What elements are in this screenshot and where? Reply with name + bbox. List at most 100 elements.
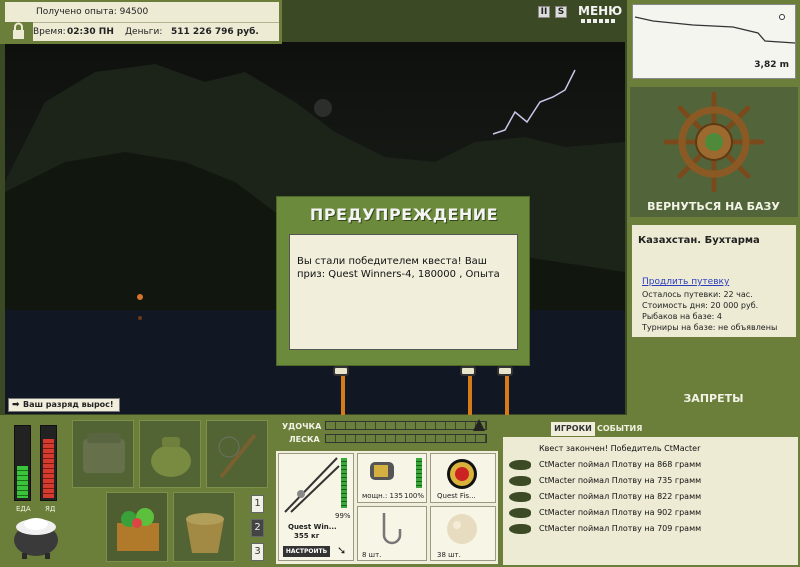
poison-meter-fill <box>43 439 54 498</box>
reel-power: мощн.: 135 <box>362 492 403 500</box>
day-cost: Стоимость дня: 20 000 руб. <box>642 301 759 310</box>
info-top-bar: Получено опыта: 94500 <box>5 2 279 22</box>
bait-slot[interactable]: 38 шт. <box>430 506 496 561</box>
tackle-panel: 99% Quest Win... 355 кг НАСТРОИТЬ ➘ мощн… <box>276 451 498 564</box>
inventory-page-1[interactable]: 1 <box>251 495 264 513</box>
time-label: Время: <box>33 27 66 37</box>
dialog-message-box: Вы стали победителем квеста! Ваш приз: Q… <box>289 234 518 350</box>
menu-label: МЕНЮ <box>578 4 623 18</box>
hook-count: 8 шт. <box>362 551 382 559</box>
lure-slot[interactable]: Quest Fis... <box>430 453 496 503</box>
rod-reel-2[interactable] <box>460 366 476 376</box>
quest-finished-text: Квест закончен! Победитель CtMacter <box>539 444 701 453</box>
ticket-remaining: Осталось путевки: 22 час. <box>642 290 753 299</box>
slot-bucket[interactable] <box>173 492 235 562</box>
inventory-page-2[interactable]: 2 <box>251 519 264 537</box>
reel-condition-bar <box>416 458 422 488</box>
event-text: CtMacter поймал Плотву на 868 грамм <box>539 460 702 469</box>
cooking-pot-icon[interactable] <box>10 510 62 560</box>
slot-basket[interactable] <box>106 492 168 562</box>
food-basket-icon <box>117 508 159 551</box>
events-tabs: ИГРОКИ СОБЫТИЯ <box>503 419 798 437</box>
event-text: CtMacter поймал Плотву на 822 грамм <box>539 492 702 501</box>
warning-triangle-icon <box>473 419 485 431</box>
menu-button[interactable]: МЕНЮ <box>578 4 622 24</box>
rod-stand-3 <box>505 372 509 416</box>
list-item: CtMacter поймал Плотву на 735 грамм <box>509 473 701 488</box>
experience-text: Получено опыта: 94500 <box>36 7 149 17</box>
slot-tackle-box[interactable] <box>72 420 134 488</box>
depth-value: 3,82 m <box>754 60 789 70</box>
ship-wheel-icon <box>663 91 765 193</box>
pause-button[interactable]: II <box>538 6 550 18</box>
warning-dialog[interactable]: ПРЕДУПРЕЖДЕНИЕ Вы стали победителем квес… <box>276 196 530 366</box>
return-to-base-button[interactable] <box>630 87 798 217</box>
extend-ticket-link[interactable]: Продлить путевку <box>642 277 729 287</box>
events-panel: ИГРОКИ СОБЫТИЯ Квест закончен! Победител… <box>503 419 798 565</box>
hook-icon <box>382 513 402 545</box>
tab-players[interactable]: ИГРОКИ <box>551 422 595 436</box>
time-value: 02:30 ПН <box>67 27 114 37</box>
rod-tension-gauge <box>325 421 487 430</box>
event-text: CtMacter поймал Плотву на 902 грамм <box>539 508 702 517</box>
fish-icon <box>509 491 531 502</box>
location-info: Казахстан. Бухтарма Продлить путевку Ост… <box>632 225 796 337</box>
reel-icon <box>370 462 394 480</box>
money-value: 511 226 796 руб. <box>171 27 259 37</box>
list-item: CtMacter поймал Плотву на 902 грамм <box>509 505 701 520</box>
fish-icon <box>509 523 531 534</box>
sound-button[interactable]: S <box>555 6 567 18</box>
menu-underline <box>581 19 615 23</box>
dialog-message: Вы стали победителем квеста! Ваш приз: Q… <box>297 256 500 280</box>
slot-overlay <box>140 421 200 487</box>
dialog-title: ПРЕДУПРЕЖДЕНИЕ <box>309 205 499 224</box>
rod-reel-3[interactable] <box>497 366 513 376</box>
arrow-down-right-icon: ➘ <box>337 544 347 557</box>
food-meter <box>14 425 31 501</box>
bait-count: 38 шт. <box>437 551 461 559</box>
money-label: Деньги: <box>125 27 163 37</box>
lure-icon <box>447 459 477 489</box>
rod-reel-1[interactable] <box>333 366 349 376</box>
lock-button[interactable] <box>5 22 31 41</box>
line-tension-gauge <box>325 434 487 443</box>
right-panel: 3,82 m ВЕРНУТЬСЯ НА БАЗУ Казахстан. Бухт… <box>627 0 800 415</box>
rod-name: Quest Win... <box>288 523 337 531</box>
list-item: CtMacter поймал Плотву на 709 грамм <box>509 521 701 536</box>
event-text: CtMacter поймал Плотву на 735 грамм <box>539 476 702 485</box>
list-item: CtMacter поймал Плотву на 822 грамм <box>509 489 701 504</box>
fishing-rod-icon <box>284 457 340 513</box>
slot-bag[interactable] <box>139 420 201 488</box>
rod-gauge-label: УДОЧКА <box>282 422 322 431</box>
dough-bait-icon <box>447 514 477 544</box>
status-meters: ЕДА ЯД <box>8 425 63 515</box>
bans-button[interactable]: ЗАПРЕТЫ <box>627 392 800 405</box>
info-panel: Получено опыта: 94500 Время: 02:30 ПН Де… <box>0 0 282 44</box>
depth-chart: 3,82 m <box>632 4 796 79</box>
rod-stand-2 <box>468 372 472 416</box>
tournaments-info: Турниры на базе: не объявлены <box>642 323 778 332</box>
fish-icon <box>509 459 531 470</box>
tab-events[interactable]: СОБЫТИЯ <box>597 422 642 436</box>
slot-overlay <box>174 493 234 561</box>
rank-up-text: Ваш разряд вырос! <box>23 400 114 409</box>
rod-slot[interactable]: 99% Quest Win... 355 кг НАСТРОИТЬ ➘ <box>278 453 354 561</box>
lure-name: Quest Fis... <box>437 492 476 500</box>
setup-button-label: НАСТРОИТЬ <box>285 548 328 555</box>
inventory-page-3[interactable]: 3 <box>251 543 264 561</box>
hook-slot[interactable]: 8 шт. <box>357 506 427 561</box>
reel-slot[interactable]: мощн.: 135 100% <box>357 453 427 503</box>
slot-overlay <box>73 421 133 487</box>
setup-button[interactable]: НАСТРОИТЬ <box>283 546 330 557</box>
location-name: Казахстан. Бухтарма <box>638 235 760 246</box>
slot-landing-net[interactable] <box>206 420 268 488</box>
info-bottom-bar: Время: 02:30 ПН Деньги: 511 226 796 руб. <box>33 22 279 41</box>
food-meter-fill <box>17 466 28 498</box>
line-gauge-label: ЛЕСКА <box>289 435 320 444</box>
list-item: CtMacter поймал Плотву на 868 грамм <box>509 457 701 472</box>
rod-weight: 355 кг <box>294 532 320 540</box>
rank-up-notice[interactable]: ➡ Ваш разряд вырос! <box>8 398 120 412</box>
return-to-base-label[interactable]: ВЕРНУТЬСЯ НА БАЗУ <box>627 200 800 213</box>
poison-meter <box>40 425 57 501</box>
arrow-right-icon: ➡ <box>12 400 20 410</box>
